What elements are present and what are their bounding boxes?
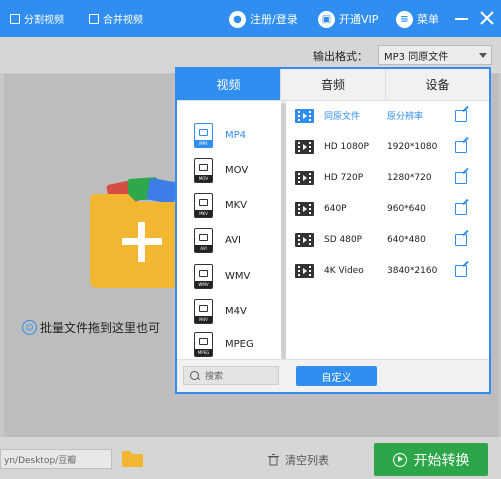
format-label: MPEG xyxy=(225,338,254,350)
format-label: WMV xyxy=(225,271,251,282)
merge-video-label: 合并视频 xyxy=(103,15,143,26)
cart-icon: ▣ xyxy=(318,10,335,28)
register-login-label: 注册/登录 xyxy=(250,13,298,26)
film-icon xyxy=(295,108,314,123)
film-icon xyxy=(295,170,314,185)
format-label: MP4 xyxy=(225,130,247,141)
video-file-icon: MKV xyxy=(194,193,213,218)
film-icon xyxy=(295,139,314,154)
format-list-scrollbar[interactable] xyxy=(281,101,286,359)
split-icon xyxy=(10,13,20,24)
format-label: AVI xyxy=(225,235,241,246)
search-input[interactable]: 搜索 xyxy=(183,366,279,385)
drop-hint: ☺ 批量文件拖到这里也可 xyxy=(22,319,160,336)
vip-label: 开通VIP xyxy=(339,13,379,26)
tab-audio-label: 音频 xyxy=(320,78,345,92)
play-icon xyxy=(392,452,407,467)
folder-icon[interactable] xyxy=(121,450,144,468)
resolution-name: SD 480P xyxy=(324,234,363,245)
tab-device[interactable]: 设备 xyxy=(385,69,489,101)
tab-video-label: 视频 xyxy=(216,78,241,92)
output-path-field[interactable]: yn/Desktop/豆瓣 xyxy=(0,449,112,469)
resolution-value: 3840*2160 xyxy=(387,265,438,276)
split-video-label: 分割视频 xyxy=(24,15,64,26)
format-item-wmv[interactable]: WMV WMV xyxy=(177,259,280,294)
output-format-value: MP3 同原文件 xyxy=(384,51,449,63)
edit-icon[interactable] xyxy=(455,202,467,215)
custom-button[interactable]: 自定义 xyxy=(296,366,377,386)
video-file-icon: MP4 xyxy=(194,123,213,148)
film-icon xyxy=(295,232,314,247)
edit-icon[interactable] xyxy=(455,171,467,184)
format-item-avi[interactable]: AVI AVI xyxy=(177,223,280,258)
film-icon xyxy=(295,201,314,216)
format-item-mpeg[interactable]: MPEG MPEG xyxy=(177,329,280,359)
format-item-mov[interactable]: MOV MOV xyxy=(177,153,280,188)
format-label: MKV xyxy=(225,200,248,211)
menu-label: 菜单 xyxy=(417,13,439,26)
format-list: MP4 MP4 MOV MOV MKV MKV AVI AVI WMV WMV … xyxy=(177,101,280,359)
edit-icon[interactable] xyxy=(455,140,467,153)
edit-icon[interactable] xyxy=(455,264,467,277)
video-file-icon: WMV xyxy=(194,264,213,289)
drop-hint-text: 批量文件拖到这里也可 xyxy=(40,321,161,335)
resolution-value: 960*640 xyxy=(387,203,426,214)
format-label: M4V xyxy=(225,306,247,317)
clear-list-label: 清空列表 xyxy=(285,454,329,467)
resolution-row[interactable]: 同原文件 原分辨率 xyxy=(295,100,485,131)
format-label: MOV xyxy=(225,165,249,176)
search-placeholder: 搜索 xyxy=(205,372,224,382)
output-format-label: 输出格式： xyxy=(313,50,368,63)
tab-audio[interactable]: 音频 xyxy=(280,69,385,101)
tab-video[interactable]: 视频 xyxy=(177,69,280,101)
menu-button[interactable]: ≡ 菜单 xyxy=(396,8,439,30)
resolution-name: HD 720P xyxy=(324,172,364,183)
resolution-value: 1280*720 xyxy=(387,172,432,183)
smile-icon: ☺ xyxy=(22,320,37,335)
resolution-row[interactable]: HD 720P 1280*720 xyxy=(295,162,485,193)
user-icon: ● xyxy=(229,10,246,28)
format-panel: 视频 音频 设备 MP4 MP4 MOV MOV MKV MKV AVI AVI… xyxy=(175,67,491,394)
resolution-name: HD 1080P xyxy=(324,141,369,152)
tab-device-label: 设备 xyxy=(425,78,450,92)
resolution-row[interactable]: 4K Video 3840*2160 xyxy=(295,255,485,286)
layers-icon: ≡ xyxy=(396,10,413,28)
start-convert-label: 开始转换 xyxy=(413,452,470,469)
resolution-value: 1920*1080 xyxy=(387,141,438,152)
edit-icon[interactable] xyxy=(455,109,467,122)
chevron-down-icon xyxy=(479,53,487,58)
clear-list-button[interactable]: 清空列表 xyxy=(268,452,329,468)
resolution-row[interactable]: 640P 960*640 xyxy=(295,193,485,224)
vip-button[interactable]: ▣ 开通VIP xyxy=(318,8,378,30)
video-file-icon: MOV xyxy=(194,158,213,183)
video-file-icon: MPEG xyxy=(194,331,213,357)
merge-video-button[interactable]: 合并视频 xyxy=(82,9,150,28)
resolution-row[interactable]: HD 1080P 1920*1080 xyxy=(295,131,485,162)
panel-footer: 搜索 自定义 xyxy=(177,359,489,392)
format-item-mkv[interactable]: MKV MKV xyxy=(177,188,280,223)
film-icon xyxy=(295,263,314,278)
resolution-row[interactable]: SD 480P 640*480 xyxy=(295,224,485,255)
start-convert-button[interactable]: 开始转换 xyxy=(374,443,488,476)
resolution-name: 同原文件 xyxy=(324,112,361,122)
resolution-value: 原分辨率 xyxy=(387,112,424,122)
video-file-icon: M4V xyxy=(194,299,213,324)
output-format-select[interactable]: MP3 同原文件 xyxy=(378,45,492,65)
search-icon xyxy=(190,371,199,380)
video-file-icon: AVI xyxy=(194,228,213,253)
format-item-mp4[interactable]: MP4 MP4 xyxy=(177,118,280,153)
edit-icon[interactable] xyxy=(455,233,467,246)
split-video-button[interactable]: 分割视频 xyxy=(3,9,71,28)
resolution-name: 640P xyxy=(324,203,347,214)
format-item-m4v[interactable]: M4V M4V xyxy=(177,294,280,329)
merge-icon xyxy=(89,13,99,24)
trash-icon xyxy=(268,454,279,466)
resolution-name: 4K Video xyxy=(324,265,364,276)
resolution-value: 640*480 xyxy=(387,234,426,245)
register-login-button[interactable]: ● 注册/登录 xyxy=(229,8,298,30)
minimize-icon[interactable] xyxy=(455,18,468,20)
close-icon[interactable] xyxy=(480,11,494,25)
